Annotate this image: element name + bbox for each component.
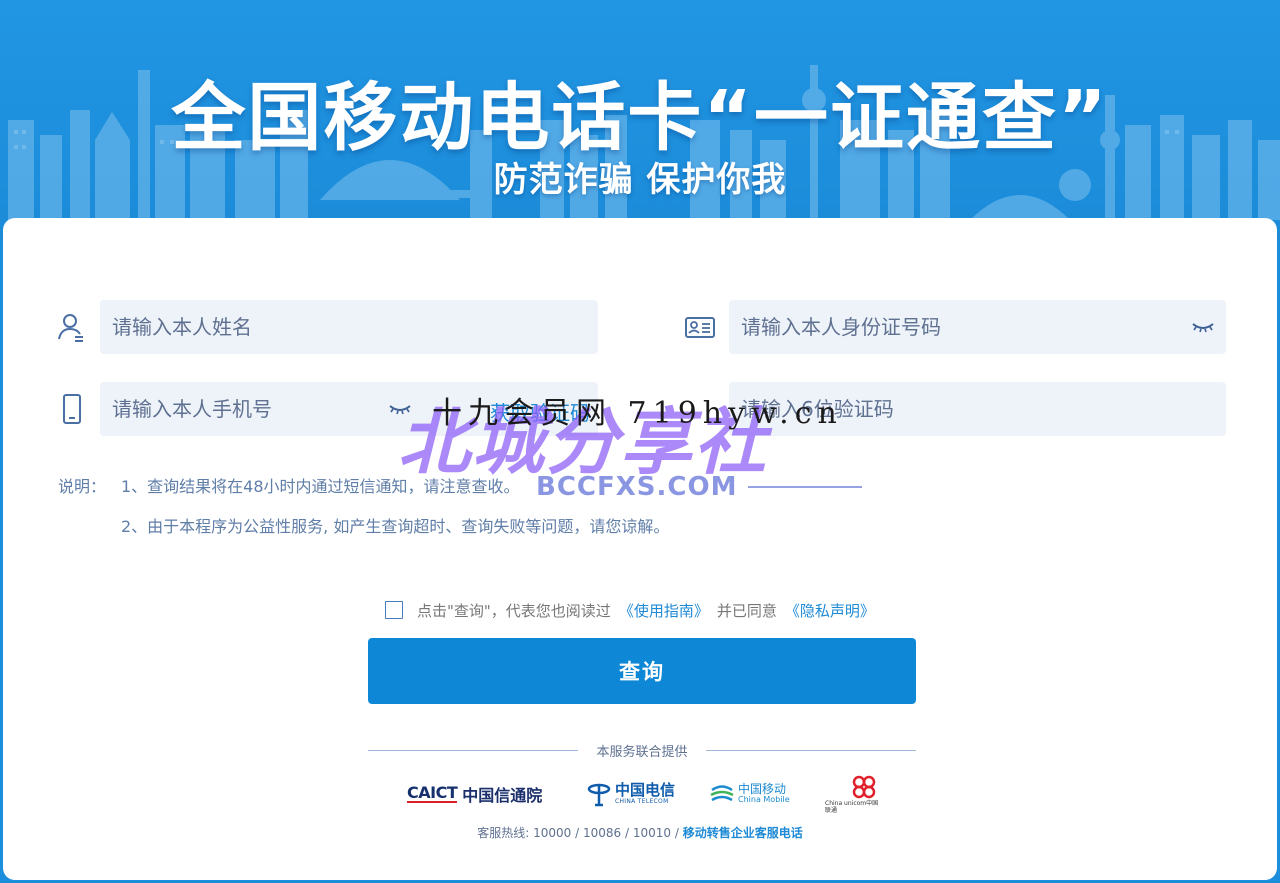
china-mobile-logo-en: China Mobile [738, 795, 790, 804]
phone-field: 获取验证码 [100, 382, 598, 436]
china-mobile-logo: 中国移动 China Mobile [709, 774, 790, 814]
usage-guide-link[interactable]: 《使用指南》 [619, 600, 709, 621]
china-unicom-logo-text: China unicom中国联通 [825, 800, 879, 814]
agreement-checkbox[interactable] [385, 601, 403, 619]
get-code-button[interactable]: 获取验证码 [490, 397, 590, 426]
china-telecom-logo: 中国电信 CHINA TELECOM [587, 774, 675, 814]
china-telecom-logo-en: CHINA TELECOM [615, 797, 669, 805]
caict-logo-cn: 中国信通院 [462, 786, 543, 805]
china-mobile-logo-cn: 中国移动 [738, 782, 787, 796]
china-unicom-knot-icon [852, 775, 876, 799]
id-number-field [729, 300, 1226, 354]
name-input[interactable] [112, 300, 582, 354]
agreement-row: 点击"查询"，代表您也阅读过 《使用指南》 并已同意 《隐私声明》 [385, 598, 883, 622]
note-line-1: 1、查询结果将在48小时内通过短信通知，请注意查收。 [121, 477, 520, 496]
id-number-input[interactable] [741, 300, 1171, 354]
header-banner: 全国移动电话卡“一证通查” 防范诈骗 保护你我 [0, 0, 1280, 240]
provider-logos: CAICT 中国信通院 中国电信 CHINA TELECOM 中国移动 Chin… [403, 774, 883, 814]
hotline-footer: 客服热线: 10000 / 10086 / 10010 / 移动转售企业客服电话 [3, 824, 1277, 841]
resale-hotline-link[interactable]: 移动转售企业客服电话 [683, 826, 803, 840]
banner-title: 全国移动电话卡“一证通查” [171, 75, 1109, 161]
provider-divider: 本服务联合提供 [368, 740, 916, 760]
caict-logo-en: CAICT [407, 783, 458, 803]
phone-input[interactable] [112, 382, 382, 436]
user-icon [58, 314, 83, 342]
china-mobile-symbol-icon [710, 785, 734, 802]
notes-label: 说明： [58, 477, 107, 496]
banner-subtitle: 防范诈骗 保护你我 [493, 160, 787, 200]
verification-code-input[interactable] [741, 382, 1211, 436]
name-field [100, 300, 598, 354]
china-telecom-logo-cn: 中国电信 [615, 780, 676, 799]
mobile-phone-icon [63, 394, 81, 424]
agreement-middle: 并已同意 [716, 601, 777, 620]
id-card-icon [685, 317, 715, 338]
verification-code-field [729, 382, 1226, 436]
note-line-2: 2、由于本程序为公益性服务, 如产生查询超时、查询失败等问题，请您谅解。 [121, 517, 670, 536]
eye-closed-icon[interactable] [388, 402, 412, 416]
agreement-prefix: 点击"查询"，代表您也阅读过 [417, 601, 611, 620]
eye-closed-icon[interactable] [1191, 320, 1215, 334]
china-telecom-symbol-icon [587, 783, 611, 807]
caict-logo: CAICT 中国信通院 [407, 774, 542, 814]
divider-line-right [706, 750, 916, 751]
hotline-text: 客服热线: 10000 / 10086 / 10010 / [477, 826, 683, 840]
query-form-card: 获取验证码 说明： 1、查询结果将在48小时内通过短信通知，请注意查收。 2、由… [3, 218, 1277, 880]
privacy-statement-link[interactable]: 《隐私声明》 [785, 600, 875, 621]
query-button[interactable]: 查询 [368, 638, 916, 704]
